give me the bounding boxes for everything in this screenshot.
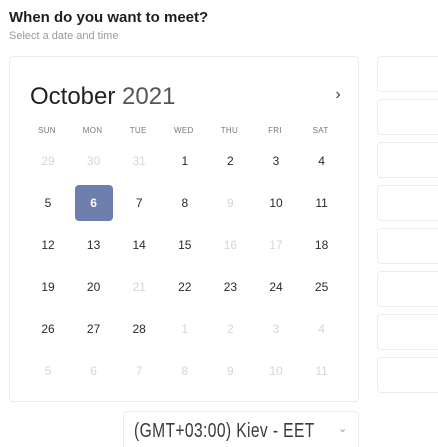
day-cell[interactable]: 22 <box>166 269 204 305</box>
day-cell: 7 <box>135 364 143 378</box>
time-slot[interactable] <box>377 185 438 221</box>
day-cell[interactable]: 18 <box>303 227 341 263</box>
day-cell[interactable]: 5 <box>29 185 67 221</box>
day-cell[interactable]: 3 <box>257 143 295 179</box>
day-cell: 29 <box>41 154 55 168</box>
day-cell[interactable]: 28 <box>120 311 158 347</box>
month-label: October <box>30 83 116 110</box>
day-cell: 5 <box>44 364 52 378</box>
day-cell: 6 <box>90 364 97 378</box>
day-cell-selected[interactable]: 6 <box>74 185 113 221</box>
day-cell[interactable]: 12 <box>29 227 67 263</box>
calendar-days-grid: 29 30 31 1 2 3 4 5 6 7 8 9 10 11 12 13 14 15 16 17 18 19 20 21 2… <box>28 141 348 391</box>
weekday-thu: THU <box>220 126 239 135</box>
day-cell: 31 <box>132 154 146 168</box>
day-cell[interactable]: 4 <box>303 143 341 179</box>
weekday-sun: SUN <box>38 126 56 135</box>
day-cell[interactable]: 1 <box>166 143 204 179</box>
weekday-sat: SAT <box>312 126 329 135</box>
day-cell: 3 <box>272 322 280 336</box>
chevron-right-icon: › <box>335 86 341 103</box>
day-cell: 17 <box>269 238 283 252</box>
year-label: 2021 <box>122 83 176 110</box>
day-cell: 9 <box>227 364 234 378</box>
timezone-label: (GMT+03:00) Kiev - EET <box>134 420 315 442</box>
day-cell: 1 <box>181 322 189 336</box>
weekday-tue: TUE <box>129 126 147 135</box>
calendar-card: October 2021 › SUN MON TUE WED THU FRI SAT 29 3… <box>9 56 359 402</box>
day-cell[interactable]: 26 <box>29 311 67 347</box>
time-slot[interactable] <box>377 56 438 92</box>
day-cell: 30 <box>86 154 101 168</box>
day-cell[interactable]: 24 <box>257 269 295 305</box>
day-cell[interactable]: 11 <box>303 185 341 221</box>
day-cell[interactable]: 2 <box>211 143 249 179</box>
day-cell[interactable]: 14 <box>120 227 158 263</box>
time-slot[interactable] <box>377 314 438 350</box>
time-slot[interactable] <box>377 271 438 307</box>
time-slot[interactable] <box>377 228 438 264</box>
weekday-mon: MON <box>82 126 103 135</box>
day-cell[interactable]: 27 <box>75 311 113 347</box>
day-cell: 4 <box>318 322 325 336</box>
page-subtitle: Select a date and time <box>9 30 119 42</box>
day-cell[interactable]: 8 <box>166 185 204 221</box>
day-cell: 2 <box>227 322 234 336</box>
next-month-button[interactable]: › <box>328 85 348 105</box>
day-cell: 16 <box>223 238 238 252</box>
day-cell: 9 <box>227 196 234 210</box>
weekday-wed: WED <box>174 126 194 135</box>
header: When do you want to meet? Select a date … <box>9 8 208 43</box>
day-cell[interactable]: 25 <box>303 269 341 305</box>
day-cell[interactable]: 20 <box>75 269 113 305</box>
day-cell[interactable]: 13 <box>75 227 113 263</box>
day-cell: 10 <box>269 364 283 378</box>
time-slot[interactable] <box>377 99 438 135</box>
calendar-month-year: October 2021 <box>30 83 175 111</box>
day-cell: 11 <box>315 364 328 378</box>
weekday-fri: FRI <box>268 126 282 135</box>
time-slot[interactable] <box>377 142 438 178</box>
time-slot[interactable] <box>377 357 438 393</box>
timezone-select[interactable]: (GMT+03:00) Kiev - EET ⌄ <box>123 411 359 447</box>
day-cell: 21 <box>132 280 146 294</box>
day-cell[interactable]: 7 <box>120 185 158 221</box>
day-cell[interactable]: 23 <box>211 269 249 305</box>
chevron-down-icon: ⌄ <box>338 423 348 435</box>
day-cell[interactable]: 10 <box>257 185 295 221</box>
page-title: When do you want to meet? <box>9 9 209 26</box>
day-cell[interactable]: 15 <box>166 227 204 263</box>
day-cell[interactable]: 19 <box>29 269 67 305</box>
day-cell: 8 <box>181 364 189 378</box>
